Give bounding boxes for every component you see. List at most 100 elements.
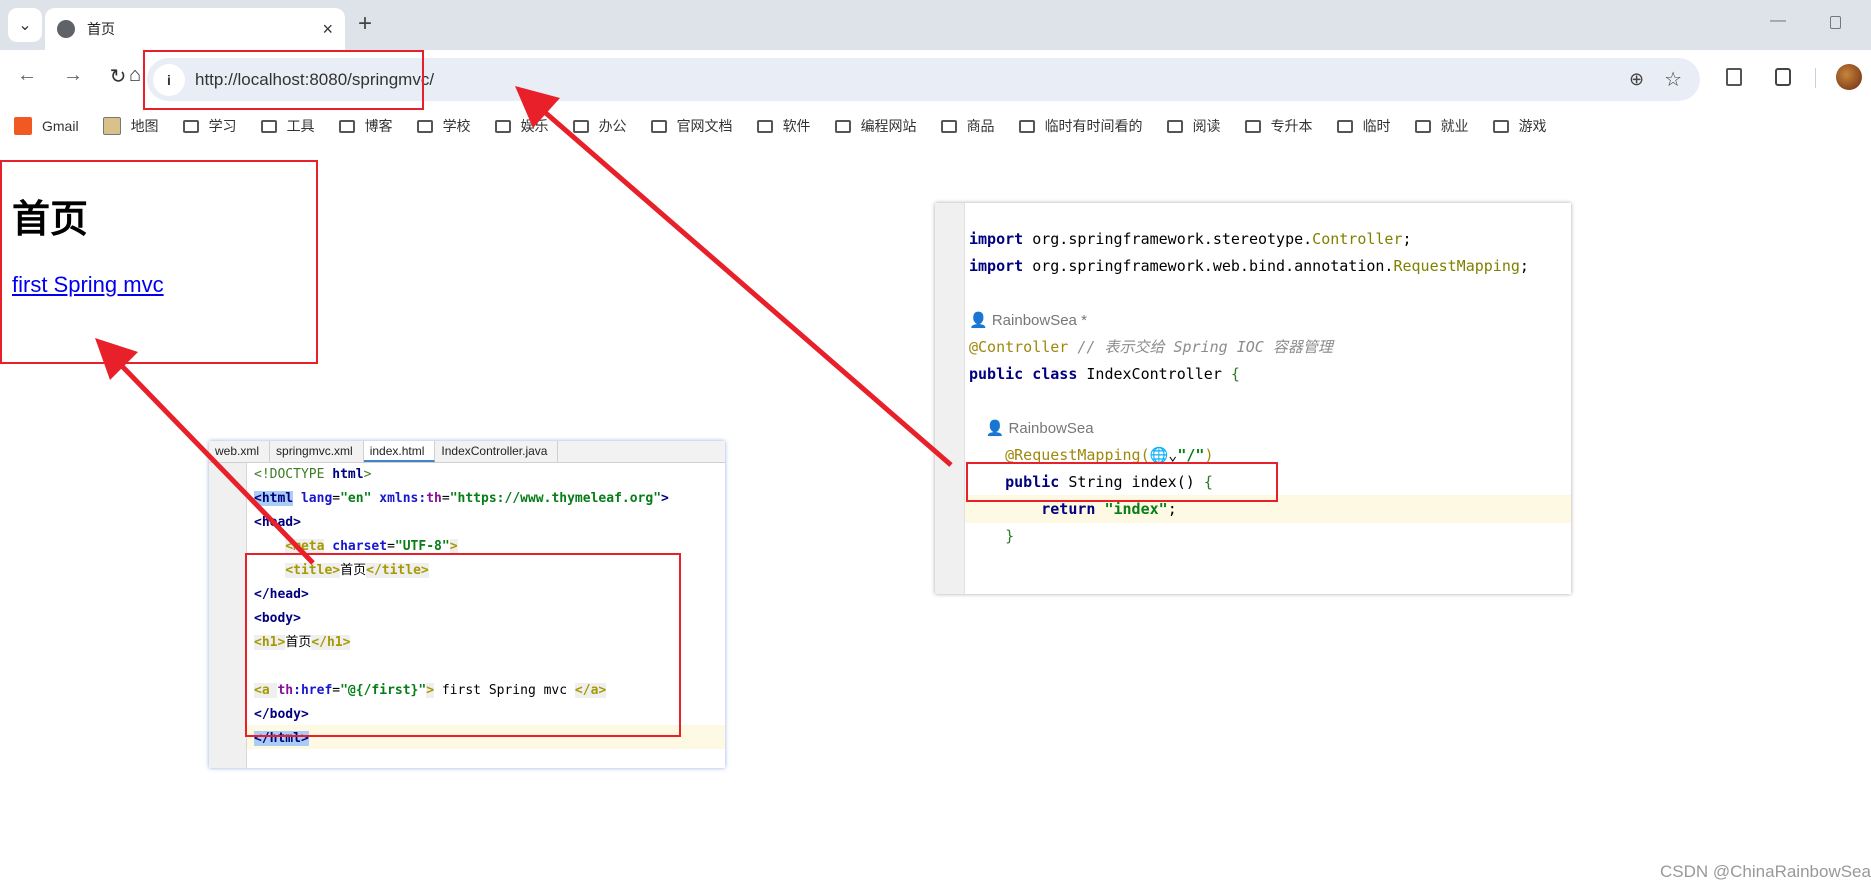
restore-button[interactable] — [1830, 16, 1841, 29]
bookmark-item[interactable]: 地图 — [102, 116, 159, 136]
reading-list-icon[interactable] — [1726, 68, 1742, 86]
code-token: "index" — [1095, 500, 1168, 518]
code-token: ; — [1402, 230, 1412, 248]
bookmark-item[interactable]: 专升本 — [1244, 116, 1313, 136]
code-token: import — [969, 257, 1024, 275]
code-token: = — [332, 491, 341, 506]
code-token: public class — [969, 365, 1078, 383]
bookmark-label: 临时 — [1362, 118, 1391, 134]
folder-icon — [940, 119, 957, 133]
bookmark-item[interactable]: 临时有时间看的 — [1018, 116, 1143, 136]
bookmark-item[interactable]: 商品 — [940, 116, 995, 136]
map-icon — [102, 117, 121, 135]
bookmark-item[interactable]: 学校 — [416, 116, 471, 136]
bookmark-item[interactable]: 阅读 — [1166, 116, 1221, 136]
bookmark-label: 商品 — [966, 118, 995, 134]
folder-icon — [494, 119, 511, 133]
folder-icon — [1336, 119, 1353, 133]
annotation-box-url — [143, 50, 424, 110]
editor-tab[interactable]: web.xml — [209, 441, 271, 462]
browser-tab[interactable]: 首页 × — [45, 8, 345, 50]
editor-gutter — [935, 203, 965, 594]
bookmark-label: 地图 — [130, 118, 159, 134]
code-line: 👤 RainbowSea — [969, 415, 1094, 442]
code-line: 👤 RainbowSea * — [969, 307, 1087, 334]
tab-title: 首页 — [87, 21, 115, 37]
code-token: 👤 RainbowSea — [969, 420, 1094, 437]
bookmark-label: Gmail — [42, 118, 79, 134]
bookmark-label: 博客 — [364, 118, 393, 134]
code-token: = — [441, 491, 450, 506]
code-token: { — [1230, 365, 1240, 383]
bookmark-item[interactable]: 娱乐 — [494, 116, 549, 136]
code-line: <head> — [254, 511, 301, 535]
code-token: "https://www.thymeleaf.org" — [449, 491, 662, 506]
code-token: @Controller — [969, 338, 1069, 356]
minimize-button[interactable]: — — [1770, 12, 1786, 30]
close-tab-icon[interactable]: × — [322, 19, 333, 40]
bookmark-item[interactable]: 工具 — [260, 116, 315, 136]
extensions-icon[interactable] — [1775, 68, 1791, 86]
folder-icon — [1018, 119, 1035, 133]
tab-search-button[interactable]: ⌄ — [8, 8, 42, 42]
code-token: > — [449, 539, 458, 554]
folder-icon — [650, 119, 667, 133]
editor-tab[interactable]: index.html — [363, 441, 436, 462]
code-token: import — [969, 230, 1024, 248]
folder-icon — [756, 119, 773, 133]
folder-icon — [1166, 119, 1183, 133]
bookmark-item[interactable]: 博客 — [338, 116, 393, 136]
code-token: ; — [1519, 257, 1529, 275]
bookmark-item[interactable]: 临时 — [1336, 116, 1391, 136]
first-spring-mvc-link[interactable]: first Spring mvc — [12, 272, 164, 298]
code-token: RequestMapping — [1393, 257, 1520, 275]
bookmark-label: 娱乐 — [520, 118, 549, 134]
bookmark-label: 办公 — [598, 118, 627, 134]
bookmark-label: 专升本 — [1270, 118, 1313, 134]
bookmark-label: 学校 — [442, 118, 471, 134]
profile-avatar[interactable] — [1836, 64, 1862, 90]
code-token: <!DOCTYPE — [254, 467, 333, 482]
bookmark-label: 就业 — [1440, 118, 1469, 134]
page-heading: 首页 — [12, 199, 89, 241]
code-token: "en" — [340, 491, 372, 506]
folder-icon — [1414, 119, 1431, 133]
bookmark-item[interactable]: 办公 — [572, 116, 627, 136]
code-token: ; — [1167, 500, 1177, 518]
code-token: = — [387, 539, 395, 554]
bookmark-item[interactable]: 学习 — [182, 116, 237, 136]
bookmark-label: 编程网站 — [860, 118, 917, 134]
bookmark-label: 临时有时间看的 — [1044, 118, 1143, 134]
code-token: // 表示交给 Spring IOC 容器管理 — [1068, 338, 1333, 356]
bookmark-star-icon[interactable]: ☆ — [1664, 67, 1682, 92]
code-token: th — [426, 491, 442, 506]
editor-tab[interactable]: IndexController.java — [435, 441, 559, 462]
bookmark-item[interactable]: Gmail — [14, 117, 79, 135]
bookmark-item[interactable]: 游戏 — [1492, 116, 1547, 136]
bookmarks-bar: Gmail 地图 学习 工具 博客 学校 娱乐 办公 官网文档 软件 编程网站 商品 临时有时间看的 阅读… — [14, 113, 1571, 139]
bookmark-item[interactable]: 就业 — [1414, 116, 1469, 136]
bookmark-item[interactable]: 软件 — [756, 116, 811, 136]
back-button[interactable]: ← — [12, 64, 42, 87]
code-token: lang — [293, 491, 333, 506]
code-token: html — [332, 467, 364, 482]
code-token: "UTF-8" — [394, 539, 450, 554]
gmail-icon — [14, 117, 32, 135]
bookmark-label: 软件 — [782, 118, 811, 134]
new-tab-button[interactable]: + — [358, 10, 372, 38]
folder-icon — [182, 119, 199, 133]
bookmark-item[interactable]: 官网文档 — [650, 116, 733, 136]
code-token: return — [1041, 500, 1096, 518]
editor-tab[interactable]: springmvc.xml — [270, 441, 364, 462]
code-token: } — [1005, 527, 1015, 545]
code-token: > — [661, 491, 669, 506]
arrow-to-url — [515, 86, 953, 467]
code-token: xmlns: — [371, 491, 427, 506]
code-token: IndexController — [1077, 365, 1231, 383]
code-token: 👤 RainbowSea * — [969, 312, 1087, 329]
bookmark-label: 工具 — [286, 118, 315, 134]
forward-button[interactable]: → — [58, 64, 88, 87]
zoom-icon[interactable]: ⊕ — [1629, 69, 1644, 90]
bookmark-item[interactable]: 编程网站 — [834, 116, 917, 136]
